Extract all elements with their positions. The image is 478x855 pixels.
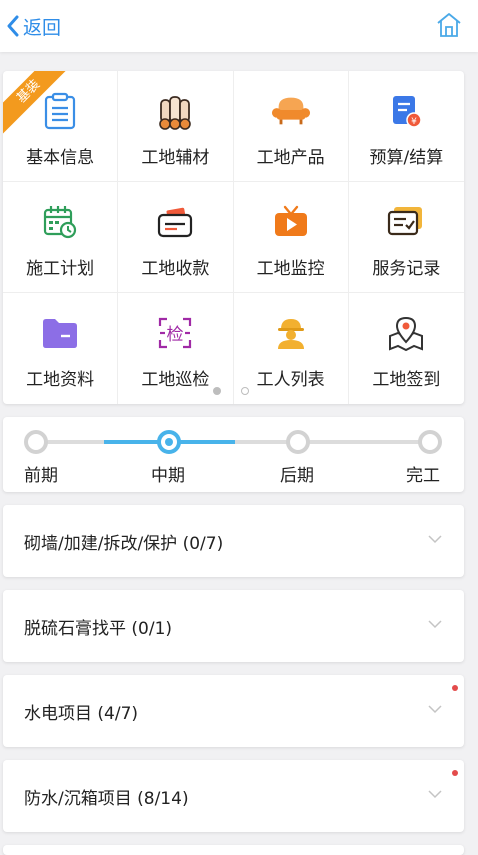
- map-pin-icon: [389, 316, 424, 352]
- stage-node-complete[interactable]: [418, 430, 442, 454]
- section-next-partial[interactable]: [3, 845, 464, 855]
- stage-progress-card: 前期 中期 后期 完工: [3, 417, 464, 492]
- record-cards-icon: [388, 207, 423, 236]
- section-waterproofing[interactable]: 防水/沉箱项目 (8/14): [3, 760, 464, 832]
- function-grid-card: 基装 基本信息 工地辅材 工地产品 ¥ 预算/结算 施工计划 工地收款 工地监控…: [3, 71, 464, 404]
- stage-label-late: 后期: [280, 466, 314, 486]
- grid-item-site-documents[interactable]: 工地资料: [3, 293, 119, 404]
- grid-item-label: 工地辅材: [141, 148, 210, 168]
- section-title: 水电项目 (4/7): [24, 704, 139, 724]
- worker-icon: [277, 319, 304, 349]
- grid-item-label: 工地产品: [256, 148, 325, 168]
- stage-node-early[interactable]: [24, 430, 48, 454]
- stage-label-early: 前期: [24, 466, 58, 486]
- back-button[interactable]: 返回: [6, 11, 61, 41]
- grid-item-label: 工人列表: [256, 370, 325, 390]
- grid-item-label: 工地收款: [141, 259, 210, 279]
- top-bar: 返回: [0, 0, 478, 52]
- grid-item-site-products[interactable]: 工地产品: [233, 71, 349, 182]
- section-masonry[interactable]: 砌墙/加建/拆改/保护 (0/7): [3, 505, 464, 577]
- section-plumbing-electrical[interactable]: 水电项目 (4/7): [3, 675, 464, 747]
- grid-item-label: 施工计划: [26, 259, 95, 279]
- chevron-down-icon: [428, 535, 442, 544]
- grid-item-label: 工地监控: [256, 259, 325, 279]
- grid-item-site-payment[interactable]: 工地收款: [118, 182, 234, 293]
- stage-node-late[interactable]: [286, 430, 310, 454]
- page-indicator: [213, 387, 249, 395]
- budget-icon: ¥: [393, 96, 423, 128]
- section-title: 脱硫石膏找平 (0/1): [24, 619, 173, 639]
- back-label: 返回: [23, 16, 62, 39]
- section-title: 防水/沉箱项目 (8/14): [24, 789, 189, 809]
- grid-item-label: 服务记录: [372, 259, 441, 279]
- grid-item-site-monitoring[interactable]: 工地监控: [233, 182, 349, 293]
- stage-node-middle[interactable]: [157, 430, 181, 454]
- section-title: 砌墙/加建/拆改/保护 (0/7): [24, 534, 224, 554]
- home-icon: [437, 13, 461, 37]
- grid-item-budget-settlement[interactable]: ¥ 预算/结算: [348, 71, 464, 182]
- inspection-icon: 检: [159, 317, 192, 349]
- material-rolls-icon: [159, 96, 192, 130]
- grid-item-site-materials[interactable]: 工地辅材: [118, 71, 234, 182]
- function-grid: 基本信息 工地辅材 工地产品 ¥ 预算/结算 施工计划 工地收款 工地监控 服务…: [3, 71, 464, 404]
- stage-track: [47, 440, 104, 444]
- svg-text:¥: ¥: [412, 117, 418, 127]
- section-gypsum-leveling[interactable]: 脱硫石膏找平 (0/1): [3, 590, 464, 662]
- calendar-clock-icon: [44, 206, 77, 239]
- page-dot[interactable]: [241, 387, 249, 395]
- grid-item-worker-list[interactable]: 工人列表: [234, 293, 349, 404]
- stage-track: [235, 440, 429, 444]
- grid-item-service-records[interactable]: 服务记录: [348, 182, 464, 293]
- document-list-icon: [45, 92, 76, 130]
- alert-dot: [452, 770, 458, 776]
- grid-item-label: 工地巡检: [141, 370, 210, 390]
- tv-play-icon: [274, 205, 307, 236]
- sofa-icon: [271, 97, 310, 125]
- grid-item-label: 工地资料: [26, 370, 95, 390]
- page-dot-active[interactable]: [213, 387, 221, 395]
- svg-text:检: 检: [167, 325, 184, 345]
- grid-item-construction-plan[interactable]: 施工计划: [3, 182, 119, 293]
- chevron-down-icon: [428, 620, 442, 629]
- chevron-left-icon: [7, 15, 19, 37]
- folder-icon: [43, 319, 78, 348]
- chevron-down-icon: [428, 790, 442, 799]
- stage-label-middle: 中期: [151, 466, 185, 486]
- wallet-icon: [158, 207, 193, 238]
- alert-dot: [452, 685, 458, 691]
- grid-item-label: 预算/结算: [369, 148, 444, 168]
- grid-item-label: 工地签到: [372, 370, 441, 390]
- stage-label-complete: 完工: [406, 466, 440, 486]
- chevron-down-icon: [428, 705, 442, 714]
- home-button[interactable]: [436, 11, 462, 43]
- grid-item-site-check-in[interactable]: 工地签到: [349, 293, 464, 404]
- grid-item-label: 基本信息: [26, 148, 95, 168]
